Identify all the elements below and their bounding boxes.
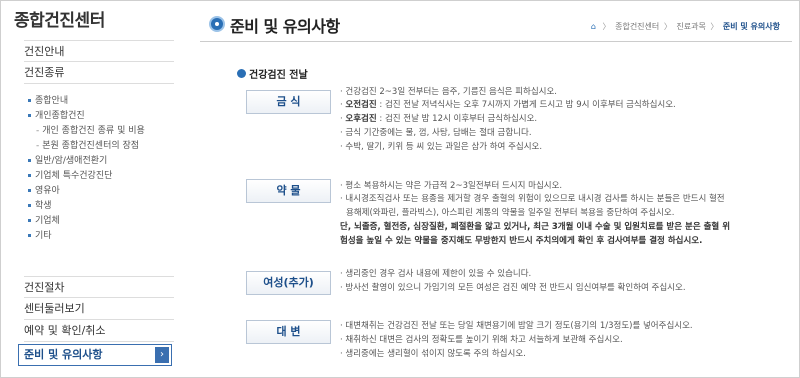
info-line: 험성을 높일 수 있는 약물을 중지해도 무방한지 반드시 주치의에게 확인 후… (340, 235, 702, 247)
sidebar-item-reservation[interactable]: 예약 및 확인/취소 (24, 320, 174, 342)
sidebar-subitem[interactable]: 종합안내 (24, 94, 174, 109)
sidebar-subitem-label: 기업체 (35, 216, 60, 226)
line-emphasis: 오전검진 (345, 100, 377, 110)
sidebar-subitem-label: 본원 종합건진센터의 장점 (42, 141, 140, 151)
sidebar-subitem[interactable]: 영유아 (24, 184, 174, 199)
sidebar-submenu: 종합안내 개인종합건진 - 개인 종합건진 종류 및 비용 - 본원 종합건진센터의 장점… (24, 94, 174, 244)
info-line: · 오후검진 : 검진 전날 밤 12시 이후부터 금식하십시오. (340, 113, 537, 125)
category-label: 약 물 (246, 179, 331, 203)
section-title: 건강검진 전날 (249, 70, 308, 81)
sidebar-subitem-label: 영유아 (35, 186, 60, 196)
line-text: 수박, 딸기, 키위 등 씨 있는 과일은 삼가 하여 주십시오. (345, 142, 543, 152)
info-line: · 생리중인 경우 검사 내용에 제한이 있을 수 있습니다. (340, 268, 531, 280)
line-text: 평소 복용하시는 약은 가급적 2~3일전부터 드시지 마십시오. (345, 181, 563, 191)
category-label: 금 식 (246, 90, 331, 114)
breadcrumb: ⌂ 〉 종합건진센터 〉 진료과목 〉 준비 및 유의사항 (591, 21, 780, 32)
sidebar-subitem[interactable]: 기타 (24, 229, 174, 244)
line-text: 생리중인 경우 검사 내용에 제한이 있을 수 있습니다. (345, 269, 532, 279)
line-text: : 검진 전날 밤 12시 이후부터 금식하십시오. (376, 114, 538, 124)
info-line: · 대변채취는 건강검진 전날 또는 당일 채변용기에 밤알 크기 정도(용기의… (340, 320, 693, 332)
sidebar-item-preparation[interactable]: 준비 및 유의사항 › (18, 344, 172, 366)
category-label: 대 변 (246, 320, 331, 344)
line-text: : 검진 전날 저녁식사는 오후 7시까지 가볍게 드시고 밤 9시 이후부터 … (376, 100, 676, 110)
sidebar-subitem[interactable]: 학생 (24, 199, 174, 214)
info-line: · 방사선 촬영이 있으니 가임기의 모든 여성은 검진 예약 전 반드시 임신… (340, 282, 686, 294)
breadcrumb-separator: 〉 (710, 22, 719, 31)
line-emphasis: 오후검진 (345, 114, 377, 124)
line-text: 채취하신 대변은 검사의 정확도를 높이기 위해 차고 서늘하게 보관해 주십시… (345, 335, 623, 345)
line-text: 험성을 높일 수 있는 약물을 중지해도 무방한지 반드시 주치의에게 확인 후… (340, 236, 703, 246)
sidebar-subitem[interactable]: - 개인 종합건진 종류 및 비용 (24, 124, 174, 139)
info-line: · 내시경조직검사 또는 용종을 제거할 경우 출혈의 위험이 있으므로 내시경… (340, 193, 725, 205)
line-text: 생리중에는 생리혈이 섞이지 않도록 주의 하십시오. (345, 349, 526, 359)
sidebar-subitem-label: 기타 (35, 231, 52, 241)
breadcrumb-item[interactable]: 진료과목 (676, 22, 705, 31)
sidebar-subitem[interactable]: - 본원 종합건진센터의 장점 (24, 139, 174, 154)
section-bullet-icon (237, 69, 246, 78)
info-line: · 금식 기간중에는 물, 껌, 사탕, 담배는 절대 금합니다. (340, 127, 532, 139)
info-line: · 생리중에는 생리혈이 섞이지 않도록 주의 하십시오. (340, 348, 526, 360)
sidebar-title: 종합건진센터 (14, 11, 105, 31)
sidebar-item-checkup-guide[interactable]: 건진안내 (24, 40, 174, 62)
line-text: 금식 기간중에는 물, 껌, 사탕, 담배는 절대 금합니다. (345, 128, 532, 138)
line-text: 내시경조직검사 또는 용종을 제거할 경우 출혈의 위험이 있으므로 내시경 검… (345, 194, 725, 204)
info-line: · 오전검진 : 검진 전날 저녁식사는 오후 7시까지 가볍게 드시고 밤 9… (340, 99, 676, 111)
chevron-right-icon: › (155, 347, 169, 363)
house-icon[interactable]: ⌂ (591, 22, 596, 31)
line-text: 방사선 촬영이 있으니 가임기의 모든 여성은 검진 예약 전 반드시 임신여부… (345, 283, 686, 293)
info-line: 단, 뇌졸증, 혈전증, 심장질환, 폐절환을 앓고 있거나, 최근 3개월 이… (340, 221, 730, 233)
sidebar-subitem-label: 개인종합건진 (35, 111, 85, 121)
sidebar-menu: 건진안내 건진종류 (24, 40, 174, 84)
bullet-icon (28, 219, 31, 222)
bullet-icon (28, 114, 31, 117)
sidebar-subitem[interactable]: 기업체 (24, 214, 174, 229)
sidebar-subitem-label: 기업체 특수건강진단 (35, 171, 113, 181)
header-divider (200, 41, 792, 42)
line-text: 용해제(와파린, 플라빅스), 아스피린 계통의 약물을 일주일 전부터 복용을… (346, 208, 675, 218)
info-line: · 채취하신 대변은 검사의 정확도를 높이기 위해 차고 서늘하게 보관해 주… (340, 334, 623, 346)
sidebar-subitem[interactable]: 일반/암/생애전환기 (24, 154, 174, 169)
sidebar-subitem-label: 종합안내 (35, 96, 69, 106)
sidebar-item-center-tour[interactable]: 센터둘러보기 (24, 298, 174, 320)
sidebar-item-preparation-label: 준비 및 유의사항 (24, 348, 103, 361)
bullet-icon (28, 159, 31, 162)
bullet-icon (28, 174, 31, 177)
sidebar-subitem[interactable]: 기업체 특수건강진단 (24, 169, 174, 184)
line-text: 건강검진 2~3일 전부터는 음주, 기름진 음식은 피하십시오. (345, 87, 558, 97)
info-line: · 평소 복용하시는 약은 가급적 2~3일전부터 드시지 마십시오. (340, 180, 562, 192)
sidebar-subitem-label: 개인 종합건진 종류 및 비용 (42, 126, 145, 136)
sidebar-item-checkup-types[interactable]: 건진종류 (24, 62, 174, 84)
sidebar-subitem[interactable]: 개인종합건진 (24, 109, 174, 124)
page-title: 준비 및 유의사항 (230, 17, 340, 36)
info-line: · 건강검진 2~3일 전부터는 음주, 기름진 음식은 피하십시오. (340, 86, 557, 98)
breadcrumb-separator: 〉 (602, 22, 611, 31)
sidebar-item-procedure[interactable]: 건진절차 (24, 276, 174, 298)
bullet-icon (28, 189, 31, 192)
sidebar-bottom-menu: 건진절차 센터둘러보기 예약 및 확인/취소 (24, 276, 174, 342)
dash-marker: - (36, 126, 40, 136)
bullet-icon (28, 234, 31, 237)
bullet-icon (28, 204, 31, 207)
category-label: 여성(추가) (246, 271, 331, 295)
bullet-icon (28, 99, 31, 102)
line-text: 단, 뇌졸증, 혈전증, 심장질환, 폐절환을 앓고 있거나, 최근 3개월 이… (340, 222, 731, 232)
line-text: 대변채취는 건강검진 전날 또는 당일 채변용기에 밤알 크기 정도(용기의 1… (345, 321, 693, 331)
breadcrumb-separator: 〉 (663, 22, 672, 31)
breadcrumb-item[interactable]: 종합건진센터 (615, 22, 659, 31)
title-bullet-icon (209, 16, 225, 32)
info-line: 용해제(와파린, 플라빅스), 아스피린 계통의 약물을 일주일 전부터 복용을… (346, 207, 674, 219)
dash-marker: - (36, 141, 40, 151)
info-line: · 수박, 딸기, 키위 등 씨 있는 과일은 삼가 하여 주십시오. (340, 141, 542, 153)
sidebar-subitem-label: 학생 (35, 201, 52, 211)
sidebar-subitem-label: 일반/암/생애전환기 (35, 156, 108, 166)
breadcrumb-current: 준비 및 유의사항 (722, 22, 780, 31)
